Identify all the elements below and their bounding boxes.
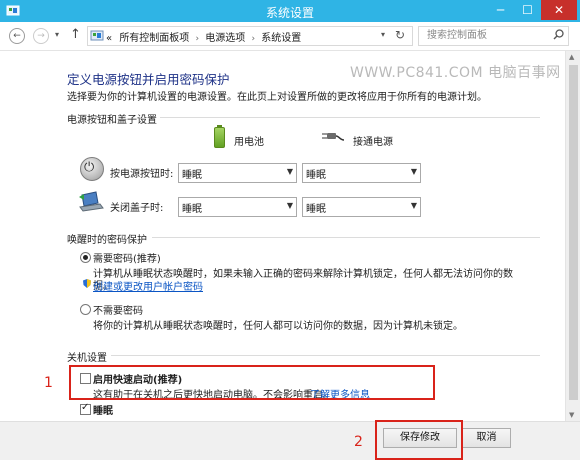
footer-bar: 保存修改 取消 (0, 421, 580, 460)
scroll-down-icon[interactable]: ▼ (569, 411, 574, 419)
maximize-button[interactable]: ☐ (514, 0, 541, 20)
section-heading: 唤醒时的密码保护 (67, 235, 147, 246)
forward-button[interactable]: → (33, 28, 49, 44)
breadcrumb: « 所有控制面板项 › 电源选项 › 系统设置 (106, 29, 301, 44)
sleep-checkbox[interactable] (80, 402, 91, 415)
create-password-link[interactable]: 创建或更改用户帐户密码 (93, 278, 203, 293)
annotation-number-2: 2 (354, 434, 363, 450)
scrollbar-thumb[interactable] (569, 65, 578, 400)
page-description: 选择要为你的计算机设置的电源设置。在此页上对设置所做的更改将应用于你所有的电源计… (67, 92, 487, 103)
select-value: 睡眠 (182, 170, 202, 181)
shutdown-section-header: 关机设置 (67, 349, 547, 364)
search-icon[interactable] (553, 29, 564, 40)
no-password-description: 将你的计算机从睡眠状态唤醒时，任何人都可以访问你的数据，因为计算机未锁定。 (93, 321, 463, 332)
password-protection-section-header: 唤醒时的密码保护 (67, 231, 547, 246)
close-lid-plugged-select[interactable]: 睡眠 ▼ (302, 197, 421, 217)
power-buttons-section-header: 电源按钮和盖子设置 (67, 111, 547, 126)
sleep-label[interactable]: 睡眠 (93, 402, 113, 417)
power-button-plugged-select[interactable]: 睡眠 ▼ (302, 163, 421, 183)
minimize-button[interactable]: ─ (487, 0, 514, 20)
watermark: WWW.PC841.COM 电脑百事网 (350, 65, 561, 81)
close-lid-battery-select[interactable]: 睡眠 ▼ (178, 197, 297, 217)
require-password-radio[interactable] (80, 252, 91, 263)
navigation-bar: ← → ▾ ↑ « 所有控制面板项 › 电源选项 › 系统设置 ▾ ↻ (0, 22, 580, 51)
no-password-radio[interactable] (80, 304, 91, 315)
select-value: 睡眠 (182, 204, 202, 215)
power-button-icon: ⏻ (80, 157, 104, 181)
control-panel-icon (90, 30, 104, 41)
chevron-down-icon: ▼ (286, 201, 293, 210)
power-button-label: 按电源按钮时: (110, 169, 174, 180)
recent-locations-dropdown[interactable]: ▾ (55, 30, 59, 39)
content-area: 定义电源按钮并启用密码保护 WWW.PC841.COM 电脑百事网 选择要为你的… (0, 51, 565, 421)
section-divider (152, 237, 540, 238)
breadcrumb-all-items[interactable]: 所有控制面板项 (119, 33, 189, 44)
chevron-down-icon: ▼ (410, 167, 417, 176)
annotation-box-fast-startup (69, 365, 435, 400)
scroll-up-icon[interactable]: ▲ (569, 53, 574, 61)
select-value: 睡眠 (306, 204, 326, 215)
select-value: 睡眠 (306, 170, 326, 181)
search-box[interactable] (418, 26, 569, 46)
battery-column-label: 用电池 (234, 137, 264, 148)
battery-icon (214, 125, 225, 148)
power-plug-icon (322, 133, 344, 141)
breadcrumb-power-options[interactable]: 电源选项 (205, 33, 245, 44)
section-divider (160, 117, 540, 118)
breadcrumb-system-settings[interactable]: 系统设置 (261, 33, 301, 44)
no-password-label[interactable]: 不需要密码 (93, 302, 143, 317)
section-divider (111, 355, 540, 356)
annotation-box-save (375, 420, 463, 460)
page-title: 定义电源按钮并启用密码保护 (67, 72, 230, 87)
laptop-lid-icon (79, 191, 104, 212)
chevron-down-icon: ▼ (410, 201, 417, 210)
title-bar: 系统设置 ─ ☐ ✕ (0, 0, 580, 22)
shield-icon (83, 279, 91, 288)
breadcrumb-separator[interactable]: › (251, 34, 255, 44)
breadcrumb-overflow[interactable]: « (106, 33, 112, 44)
back-button[interactable]: ← (9, 28, 25, 44)
chevron-down-icon: ▼ (286, 167, 293, 176)
section-heading: 关机设置 (67, 353, 107, 364)
up-button[interactable]: ↑ (70, 27, 81, 42)
power-button-battery-select[interactable]: 睡眠 ▼ (178, 163, 297, 183)
address-bar[interactable]: « 所有控制面板项 › 电源选项 › 系统设置 ▾ ↻ (87, 26, 413, 46)
close-lid-label: 关闭盖子时: (110, 203, 164, 214)
section-heading: 电源按钮和盖子设置 (67, 115, 157, 126)
close-button[interactable]: ✕ (541, 0, 577, 20)
refresh-button[interactable]: ↻ (395, 28, 405, 42)
breadcrumb-separator[interactable]: › (196, 34, 200, 44)
search-input[interactable] (425, 29, 547, 42)
plugged-in-column-label: 接通电源 (353, 137, 393, 148)
cancel-button[interactable]: 取消 (462, 428, 511, 448)
require-password-label[interactable]: 需要密码(推荐) (93, 250, 161, 265)
annotation-number-1: 1 (44, 375, 53, 391)
vertical-scrollbar[interactable]: ▲ ▼ (565, 51, 580, 421)
address-dropdown-button[interactable]: ▾ (381, 30, 385, 39)
